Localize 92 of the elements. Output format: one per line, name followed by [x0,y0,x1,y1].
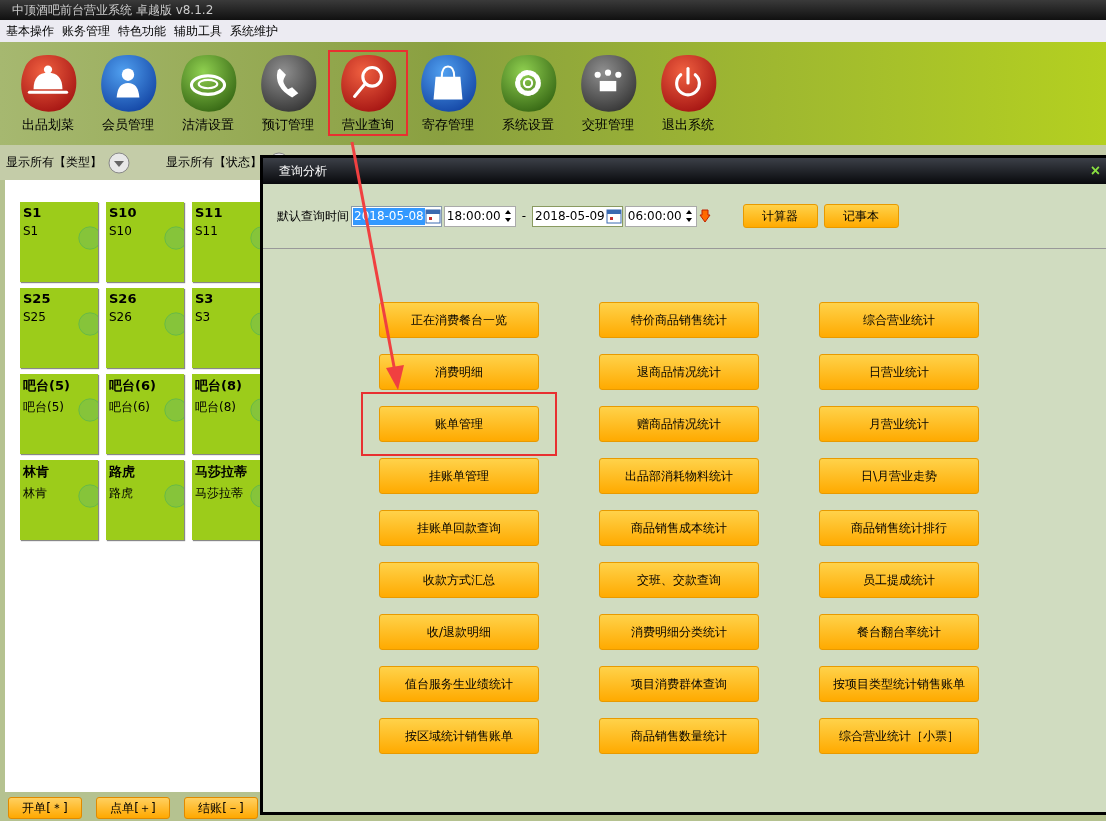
report-button[interactable]: 商品销售统计排行 [819,510,979,546]
calendar-icon[interactable] [605,208,622,224]
date-field[interactable]: 2018-05-09 [532,205,623,227]
table-name: 路虎 [109,463,136,481]
menu-item[interactable]: 账务管理 [62,22,110,40]
report-button[interactable]: 日\月营业走势 [819,458,979,494]
table-card[interactable]: 吧台(5) 吧台(5) [20,374,98,454]
calendar-icon[interactable] [424,208,441,224]
report-button[interactable]: 商品销售成本统计 [599,510,759,546]
close-button[interactable]: × [1090,162,1100,180]
table-card[interactable]: S1 S1 [20,202,98,282]
report-button[interactable]: 综合营业统计 [819,302,979,338]
tool-button[interactable]: 计算器 [742,204,818,228]
filter-label: 显示所有【状态】 [166,154,262,171]
table-label: 吧台(6) [109,399,151,416]
report-button[interactable]: 综合营业统计［小票］ [819,718,979,754]
table-name: S25 [23,291,52,306]
table-label: 路虎 [109,485,134,502]
table-label: 马莎拉蒂 [195,485,244,502]
table-name: S26 [109,291,138,306]
filter-label: 显示所有【类型】 [6,154,102,171]
report-button[interactable]: 挂账单管理 [379,458,539,494]
report-button[interactable]: 项目消费群体查询 [599,666,759,702]
time-field[interactable]: 18:00:00 [443,205,516,227]
report-button[interactable]: 收/退款明细 [379,614,539,650]
dropdown-icon[interactable] [108,151,130,174]
table-name: S11 [195,205,224,220]
table-label: 吧台(8) [195,399,237,416]
report-button[interactable]: 收款方式汇总 [379,562,539,598]
report-button[interactable]: 出品部消耗物料统计 [599,458,759,494]
toolbar-button[interactable]: 沽清设置 [168,50,248,136]
report-button[interactable]: 赠商品情况统计 [599,406,759,442]
table-label: S25 [23,310,47,324]
report-button[interactable]: 日营业统计 [819,354,979,390]
down-arrow-icon[interactable] [698,209,711,223]
report-button[interactable]: 交班、交款查询 [599,562,759,598]
table-card[interactable]: S26 S26 [106,288,184,368]
report-button[interactable]: 按区域统计销售账单 [379,718,539,754]
table-label: 吧台(5) [23,399,65,416]
toolbar-button[interactable]: 出品划菜 [8,50,88,136]
table-card[interactable]: 路虎 路虎 [106,460,184,540]
toolbar-button[interactable]: 预订管理 [248,50,328,136]
menu-item[interactable]: 系统维护 [230,22,278,40]
report-button[interactable]: 正在消费餐台一览 [379,302,539,338]
table-card[interactable]: 吧台(6) 吧台(6) [106,374,184,454]
table-name: S10 [109,205,138,220]
time-label: 默认查询时间 [277,207,349,225]
table-card[interactable]: S10 S10 [106,202,184,282]
report-button[interactable]: 退商品情况统计 [599,354,759,390]
table-name: 马莎拉蒂 [195,463,248,481]
report-button[interactable]: 消费明细 [379,354,539,390]
menu-item[interactable]: 辅助工具 [174,22,222,40]
report-button[interactable]: 员工提成统计 [819,562,979,598]
table-label: S10 [109,224,133,238]
table-label: S11 [195,224,219,238]
menu-item[interactable]: 基本操作 [6,22,54,40]
table-name: 林肯 [23,463,50,481]
toolbar-button[interactable]: 系统设置 [488,50,568,136]
table-name: 吧台(8) [195,377,243,395]
table-label: S1 [23,224,40,238]
table-name: S3 [195,291,215,306]
action-button[interactable]: 结账[－] [184,797,258,819]
action-button[interactable]: 开单[＊] [8,797,82,819]
table-label: S26 [109,310,133,324]
toolbar-button[interactable]: 寄存管理 [408,50,488,136]
table-card[interactable]: S25 S25 [20,288,98,368]
report-button[interactable]: 按项目类型统计销售账单 [819,666,979,702]
tool-button[interactable]: 记事本 [823,204,899,228]
toolbar-button[interactable]: 会员管理 [88,50,168,136]
window-title: 中顶酒吧前台营业系统 卓越版 v8.1.2 [12,3,214,17]
table-name: S1 [23,205,43,220]
report-button[interactable]: 消费明细分类统计 [599,614,759,650]
toolbar-button[interactable]: 退出系统 [648,50,728,136]
report-button[interactable]: 账单管理 [379,406,539,442]
toolbar-button[interactable]: 营业查询 [328,50,408,136]
report-button[interactable]: 餐台翻台率统计 [819,614,979,650]
report-button[interactable]: 挂账单回款查询 [379,510,539,546]
table-label: 林肯 [23,485,48,502]
report-button[interactable]: 商品销售数量统计 [599,718,759,754]
toolbar-button[interactable]: 交班管理 [568,50,648,136]
table-name: 吧台(5) [23,377,71,395]
time-field[interactable]: 06:00:00 [624,205,697,227]
report-button[interactable]: 值台服务生业绩统计 [379,666,539,702]
table-card[interactable]: 林肯 林肯 [20,460,98,540]
table-label: S3 [195,310,212,324]
report-button[interactable]: 特价商品销售统计 [599,302,759,338]
report-button[interactable]: 月营业统计 [819,406,979,442]
dialog-title: 查询分析 [279,162,327,180]
action-button[interactable]: 点单[＋] [96,797,170,819]
menu-item[interactable]: 特色功能 [118,22,166,40]
separator-text: - [521,209,526,223]
table-name: 吧台(6) [109,377,157,395]
